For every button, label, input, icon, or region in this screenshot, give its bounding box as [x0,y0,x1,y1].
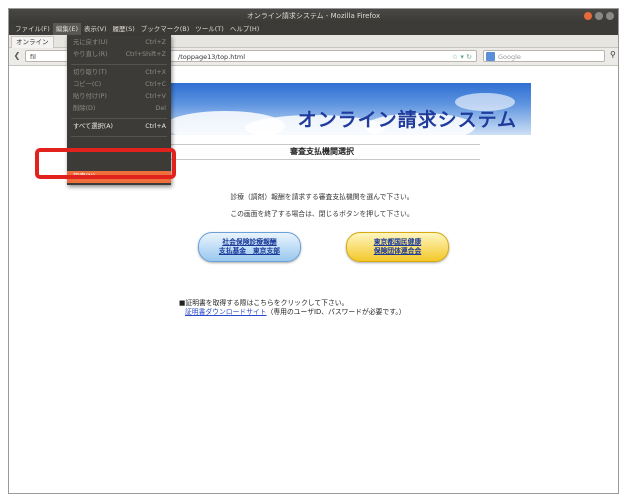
shaho-button[interactable]: 社会保険診療報酬 支払基金 東京支部 [198,232,301,262]
menu-item-shortcut: Ctrl+Shift+Z [125,51,166,58]
menu-item-delete[interactable]: 削除(D) Del [67,103,171,115]
menu-item-select-all[interactable]: すべて選択(A) Ctrl+A [67,121,171,133]
menu-separator [71,136,167,137]
menu-item-cut[interactable]: 切り取り(T) Ctrl+X [67,67,171,79]
certificate-note-suffix: （専用のユーザID、パスワードが必要です。） [266,308,406,316]
menu-separator [71,118,167,119]
search-icon[interactable]: ⚲ [610,50,616,59]
window-controls [584,12,614,20]
menu-item-copy[interactable]: コピー(C) Ctrl+C [67,79,171,91]
tab-label: オンライン [16,38,49,46]
certificate-note-text: ■証明書を取得する際はこちらをクリックして下さい。 [179,299,349,307]
minimize-window-button[interactable] [595,12,603,20]
kokuho-button-line2: 保険団体連合会 [373,247,422,255]
close-window-button[interactable] [584,12,592,20]
shaho-button-line2: 支払基金 東京支部 [218,247,281,255]
reload-icon[interactable]: ☆ ▾ ↻ [452,51,472,63]
menu-item-label: 元に戻す(U) [73,39,108,46]
search-placeholder: Google [498,53,521,61]
menu-item-shortcut: Ctrl+V [145,93,166,100]
url-prefix: fil [30,53,36,61]
instruction-text: 診療（調剤）報酬を請求する審査支払機関を選んで下さい。 [230,193,414,201]
menu-item-shortcut: Ctrl+Z [145,39,166,46]
kokuho-button-line1: 東京都国民健康 [373,238,422,246]
back-arrow-icon[interactable]: ❮ [12,51,22,61]
menu-bar: ファイル(F) 編集(E) 表示(V) 履歴(S) ブックマーク(B) ツール(… [9,23,618,35]
search-input[interactable]: Google [483,50,605,62]
menu-file[interactable]: ファイル(F) [12,23,53,35]
menu-tools[interactable]: ツール(T) [192,23,227,35]
menu-item-label: やり直し(R) [73,51,108,58]
menu-edit[interactable]: 編集(E) [52,23,81,35]
menu-view[interactable]: 表示(V) [81,23,110,35]
certificate-download-link[interactable]: 証明書ダウンロードサイト [185,308,267,316]
menu-bookmarks[interactable]: ブックマーク(B) [138,23,193,35]
menu-item-shortcut: Ctrl+C [145,81,166,88]
search-engine-icon[interactable] [486,52,495,61]
menu-item-label: 削除(D) [73,105,96,112]
menu-item-shortcut: Del [155,105,166,112]
window-title: オンライン請求システム - Mozilla Firefox [246,12,381,20]
browser-window: オンライン請求システム - Mozilla Firefox ファイル(F) 編集… [8,8,619,494]
maximize-window-button[interactable] [606,12,614,20]
tab-online[interactable]: オンライン [11,36,54,48]
menu-separator [71,64,167,65]
menu-item-label: 貼り付け(P) [73,93,107,100]
menu-item-label: コピー(C) [73,81,102,88]
kokuho-button[interactable]: 東京都国民健康 保険団体連合会 [346,232,449,262]
url-text: /toppage13/top.html [178,53,246,61]
certificate-link-line: 証明書ダウンロードサイト（専用のユーザID、パスワードが必要です。） [179,308,406,317]
menu-item-paste[interactable]: 貼り付け(P) Ctrl+V [67,91,171,103]
menu-item-label: すべて選択(A) [73,123,114,130]
menu-item-shortcut: Ctrl+X [145,69,166,76]
menu-history[interactable]: 履歴(S) [110,23,138,35]
menu-item-redo[interactable]: やり直し(R) Ctrl+Shift+Z [67,49,171,61]
menu-item-label: 切り取り(T) [73,69,107,76]
banner-image: オンライン請求システム [155,83,531,135]
page-title: 審査支払機関選択 [164,144,480,160]
certificate-note: ■証明書を取得する際はこちらをクリックして下さい。 証明書ダウンロードサイト（専… [179,299,406,317]
menu-help[interactable]: ヘルプ(H) [227,23,262,35]
shaho-button-line1: 社会保険診療報酬 [222,238,277,246]
callout-highlight-box [35,148,176,179]
title-bar: オンライン請求システム - Mozilla Firefox [9,9,618,23]
menu-item-shortcut: Ctrl+A [145,123,166,130]
instruction-text: この画面を終了する場合は、閉じるボタンを押して下さい。 [230,210,414,218]
banner-title: オンライン請求システム [297,109,517,131]
menu-item-undo[interactable]: 元に戻す(U) Ctrl+Z [67,37,171,49]
